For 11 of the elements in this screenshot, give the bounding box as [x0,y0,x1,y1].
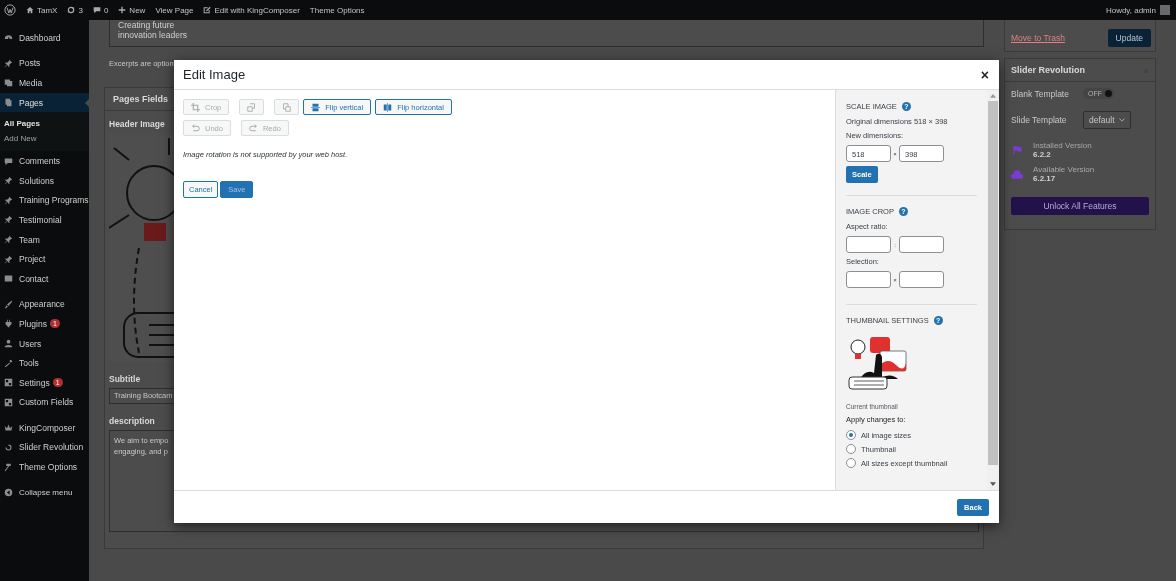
field-label: Header Image [109,119,165,129]
field-label: description [109,416,155,426]
version-number: 6.2.2 [1033,150,1052,159]
setting-label: Blank Template [1011,88,1070,99]
version-label: Installed Version [1033,141,1092,150]
dialog-title: Edit Image [183,67,246,82]
panel-title: Slider Revolution [1011,65,1085,75]
version-label: Available Version [1033,165,1095,174]
version-number: 6.2.17 [1033,174,1057,183]
field-label: Subtitle [109,374,141,384]
setting-label: Slide Template [1011,115,1068,125]
